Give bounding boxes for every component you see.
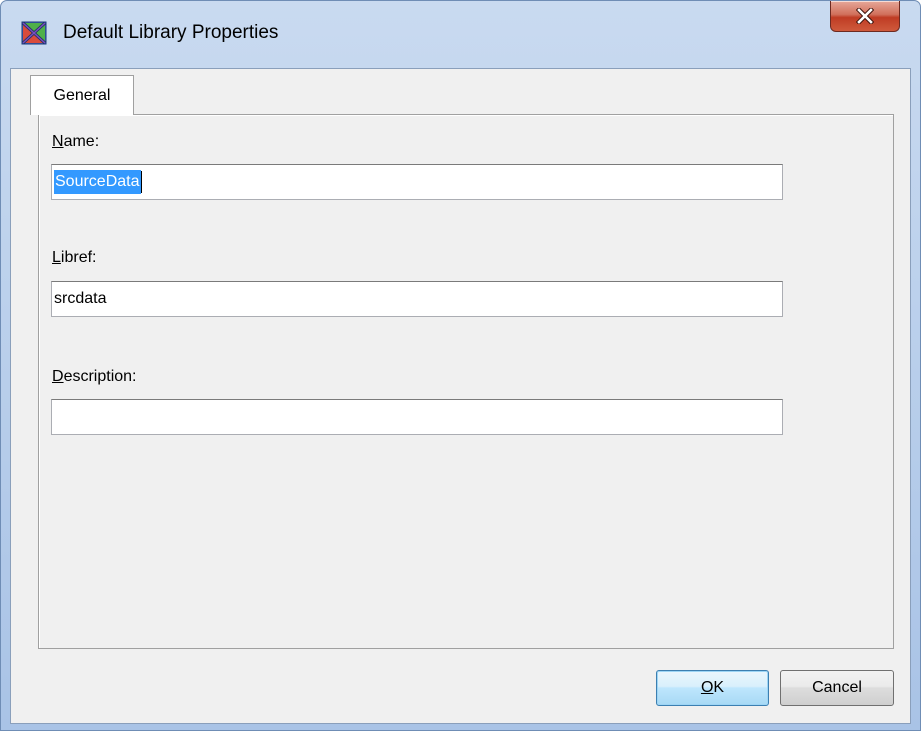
name-input-value: SourceData: [54, 170, 141, 194]
description-label-accel: D: [52, 368, 64, 385]
cancel-button-label: Cancel: [812, 679, 862, 696]
description-label-rest: escription:: [63, 368, 137, 385]
libref-label-rest: ibref:: [60, 249, 97, 266]
ok-button-accel: O: [700, 679, 714, 696]
libref-label: Libref:: [52, 248, 96, 268]
name-input[interactable]: SourceData: [51, 164, 783, 200]
ok-button[interactable]: OK: [656, 670, 769, 706]
tab-general[interactable]: General: [30, 75, 134, 115]
window-title: Default Library Properties: [63, 22, 279, 43]
dialog-window: Default Library Properties General Name:…: [0, 0, 921, 731]
close-button[interactable]: [830, 1, 900, 32]
description-label: Description:: [52, 367, 136, 387]
libref-input[interactable]: srcdata: [51, 281, 783, 317]
name-label-rest: ame:: [63, 133, 100, 150]
name-label: Name:: [52, 132, 99, 152]
cancel-button[interactable]: Cancel: [780, 670, 894, 706]
description-input[interactable]: [51, 399, 783, 435]
text-caret: [140, 171, 142, 193]
libref-input-value: srcdata: [54, 290, 107, 307]
ok-button-rest: K: [713, 679, 725, 696]
title-bar[interactable]: Default Library Properties: [1, 1, 920, 67]
tab-general-label: General: [53, 86, 111, 104]
name-label-accel: N: [52, 133, 64, 150]
close-x-icon: [856, 8, 874, 24]
libref-label-accel: L: [52, 249, 61, 266]
sas-library-icon: [21, 21, 47, 45]
